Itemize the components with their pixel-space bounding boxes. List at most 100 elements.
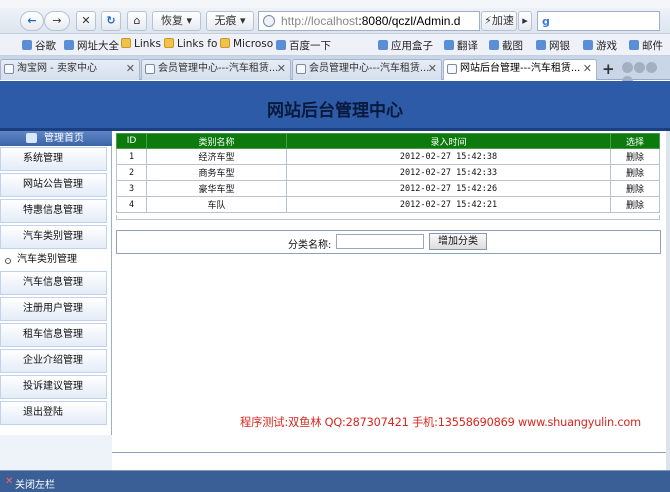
- mail-icon: [629, 40, 639, 50]
- address-bar[interactable]: http://localhost:8080/qczl/Admin.d: [258, 11, 480, 31]
- accelerate-button[interactable]: ⚡加速: [481, 11, 517, 31]
- cell-time: 2012-02-27 15:42:26: [286, 180, 611, 197]
- sidebar-item-complaints[interactable]: 投诉建议管理: [0, 375, 107, 399]
- category-name-label: 分类名称:: [288, 240, 332, 251]
- bookmark-microso[interactable]: Microso: [220, 38, 273, 50]
- table-row: 4 车队 2012-02-27 15:42:21 删除: [116, 196, 660, 213]
- tab-admin[interactable]: 网站后台管理---汽车租赁... ✕: [443, 59, 597, 80]
- bookmark-game[interactable]: 游戏: [583, 38, 617, 53]
- cell-time: 2012-02-27 15:42:21: [286, 196, 611, 213]
- add-category-button[interactable]: 增加分类: [429, 233, 487, 250]
- back-button[interactable]: ←: [20, 11, 44, 31]
- bookmark-links-fo[interactable]: Links fo: [164, 38, 217, 50]
- home-button[interactable]: ⌂: [127, 11, 147, 31]
- restore-button[interactable]: 恢复 ▾: [152, 11, 201, 31]
- column-header-id: ID: [116, 133, 147, 149]
- bookmark-sites[interactable]: 网址大全: [64, 38, 119, 53]
- bookmark-bank[interactable]: 网银: [536, 38, 570, 53]
- bookmark-translate[interactable]: 翻译: [444, 38, 478, 53]
- bookmark-google[interactable]: 谷歌: [22, 38, 56, 53]
- tab-taobao[interactable]: 淘宝网 - 卖家中心 ✕: [0, 59, 140, 80]
- close-icon[interactable]: ✕: [126, 60, 135, 78]
- credit-text: 程序测试:双鱼林 QQ:287307421 手机:13558690869 www…: [240, 416, 641, 429]
- close-icon[interactable]: ✕: [277, 60, 286, 78]
- home-icon: [26, 133, 37, 143]
- delete-link[interactable]: 删除: [610, 196, 660, 213]
- delete-link[interactable]: 删除: [610, 180, 660, 197]
- category-table: ID 类别名称 录入时间 选择 1 经济车型 2012-02-27 15:42:…: [116, 133, 660, 213]
- page-title: 网站后台管理中心: [267, 101, 403, 121]
- sidebar-home-label: 管理首页: [44, 133, 84, 144]
- favicon-icon: [296, 64, 306, 74]
- bookmark-links[interactable]: Links: [121, 38, 161, 50]
- new-tab-button[interactable]: +: [602, 60, 615, 78]
- folder-icon: [121, 38, 131, 48]
- game-icon: [583, 40, 593, 50]
- sidebar-item-users[interactable]: 注册用户管理: [0, 297, 107, 321]
- add-category-form: 分类名称: 增加分类: [116, 230, 661, 254]
- sidebar-item-logout[interactable]: 退出登陆: [0, 401, 107, 425]
- baidu-icon: [276, 40, 286, 50]
- divider: [112, 452, 666, 453]
- sidebar-item-car-category[interactable]: 汽车类别管理: [0, 225, 107, 249]
- delete-link[interactable]: 删除: [610, 148, 660, 165]
- status-bar: ✕ 关闭左栏: [0, 470, 670, 492]
- bookmark-appbox[interactable]: 应用盒子: [378, 38, 433, 53]
- sidebar-item-special[interactable]: 特惠信息管理: [0, 199, 107, 223]
- sidebar-item-company[interactable]: 企业介绍管理: [0, 349, 107, 373]
- accelerate-label: 加速: [491, 14, 514, 27]
- category-name-input[interactable]: [336, 234, 424, 249]
- stop-button[interactable]: ✕: [76, 11, 96, 31]
- bookmark-baidu[interactable]: 百度一下: [276, 38, 331, 53]
- search-input[interactable]: g: [537, 11, 660, 31]
- tab-scroll-controls[interactable]: [622, 62, 668, 87]
- sidebar-item-car-info[interactable]: 汽车信息管理: [0, 271, 107, 295]
- sidebar: 管理首页 系统管理 网站公告管理 特惠信息管理 汽车类别管理 汽车类别管理 汽车…: [0, 131, 112, 470]
- traceless-label: 无痕: [214, 14, 237, 27]
- sidebar-item-rental[interactable]: 租车信息管理: [0, 323, 107, 347]
- sidebar-item-notice[interactable]: 网站公告管理: [0, 173, 107, 197]
- cell-id: 3: [116, 180, 147, 197]
- table-row: 2 商务车型 2012-02-27 15:42:33 删除: [116, 164, 660, 181]
- google-icon: [22, 40, 32, 50]
- close-icon[interactable]: ✕: [583, 60, 592, 78]
- forward-arrow-icon: →: [52, 14, 62, 27]
- sidebar-bottom: [0, 435, 112, 470]
- stop-icon: ✕: [81, 14, 91, 27]
- tab-member-2[interactable]: 会员管理中心---汽车租赁... ✕: [292, 59, 442, 80]
- cell-id: 4: [116, 196, 147, 213]
- translate-icon: [444, 40, 454, 50]
- traceless-button[interactable]: 无痕 ▾: [206, 11, 254, 31]
- forward-button[interactable]: →: [44, 11, 70, 31]
- column-header-action: 选择: [610, 133, 660, 149]
- bullet-icon: [5, 258, 11, 264]
- favicon-icon: [447, 64, 457, 74]
- column-header-time: 录入时间: [286, 133, 611, 149]
- app-icon: [378, 40, 388, 50]
- go-button[interactable]: ▸: [518, 11, 532, 31]
- browser-toolbar: ← → ✕ ↻ ⌂ 恢复 ▾ 无痕 ▾ http://localhost:808…: [0, 8, 670, 34]
- back-arrow-icon: ←: [27, 14, 37, 27]
- folder-icon: [164, 38, 174, 48]
- close-icon[interactable]: ✕: [428, 60, 437, 78]
- site-icon: [64, 40, 74, 50]
- tab-member-1[interactable]: 会员管理中心---汽车租赁... ✕: [141, 59, 291, 80]
- cell-id: 1: [116, 148, 147, 165]
- close-sidebar-link[interactable]: 关闭左栏: [15, 476, 55, 491]
- cell-name: 商务车型: [146, 164, 287, 181]
- cell-name: 经济车型: [146, 148, 287, 165]
- refresh-icon: ↻: [106, 14, 116, 27]
- delete-link[interactable]: 删除: [610, 164, 660, 181]
- table-row: 3 豪华车型 2012-02-27 15:42:26 删除: [116, 180, 660, 197]
- url-path: :8080/qczl/Admin.d: [358, 14, 461, 28]
- sidebar-item-system[interactable]: 系统管理: [0, 147, 107, 171]
- close-icon[interactable]: ✕: [5, 476, 13, 487]
- bookmark-mail[interactable]: 邮件: [629, 38, 663, 53]
- refresh-button[interactable]: ↻: [101, 11, 121, 31]
- sidebar-subitem-car-category[interactable]: 汽车类别管理: [0, 249, 107, 269]
- bookmark-screenshot[interactable]: 截图: [489, 38, 523, 53]
- table-row: 1 经济车型 2012-02-27 15:42:38 删除: [116, 148, 660, 165]
- sidebar-home[interactable]: 管理首页: [0, 131, 112, 146]
- menu-strip-partial: [0, 0, 670, 8]
- g-icon: g: [542, 15, 550, 28]
